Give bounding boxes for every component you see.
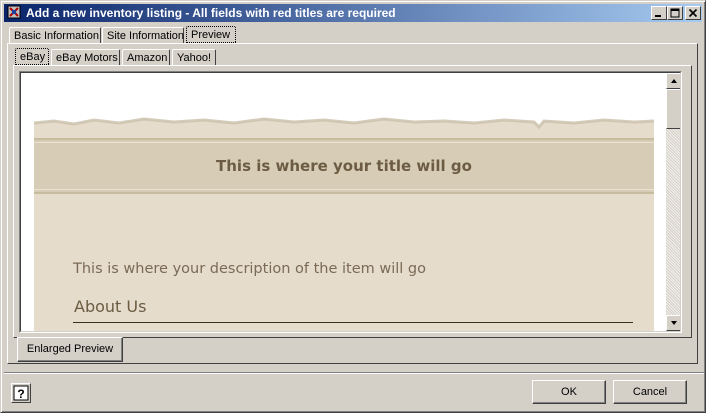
ok-button[interactable]: OK	[532, 380, 606, 404]
tab-amazon[interactable]: Amazon	[122, 49, 170, 66]
preview-viewport: This is where your title will go This is…	[19, 71, 682, 333]
dialog-window: Add a new inventory listing - All fields…	[0, 0, 706, 413]
app-icon	[7, 5, 21, 19]
tab-label: Site Information	[107, 30, 185, 42]
footer-divider	[4, 372, 704, 374]
listing-description-placeholder: This is where your description of the it…	[73, 261, 427, 277]
help-icon: ?	[13, 385, 29, 401]
scroll-up-button[interactable]	[666, 73, 680, 89]
maximize-icon	[670, 8, 680, 18]
listing-title-placeholder: This is where your title will go	[216, 157, 472, 175]
close-button[interactable]	[685, 6, 701, 20]
tab-label: Amazon	[127, 52, 168, 64]
window-title: Add a new inventory listing - All fields…	[26, 6, 396, 20]
arrow-up-icon	[671, 79, 677, 83]
about-divider	[73, 322, 633, 323]
tab-preview[interactable]: Preview	[186, 26, 236, 43]
tab-yahoo[interactable]: Yahoo!	[172, 49, 216, 66]
scroll-down-button[interactable]	[666, 315, 680, 331]
minimize-icon	[655, 15, 661, 17]
about-us-heading: About Us	[74, 297, 147, 316]
minimize-button[interactable]	[651, 6, 667, 20]
tab-basic-information[interactable]: Basic Information	[9, 27, 101, 44]
listing-preview[interactable]: This is where your title will go This is…	[21, 73, 666, 331]
arrow-down-icon	[671, 321, 677, 325]
tab-label: Basic Information	[14, 30, 99, 42]
tab-ebay[interactable]: eBay	[15, 48, 49, 65]
title-bar[interactable]: Add a new inventory listing - All fields…	[4, 4, 702, 22]
tab-label: Yahoo!	[177, 52, 212, 64]
help-glyph: ?	[17, 387, 24, 401]
tab-label: eBay Motors	[56, 52, 118, 64]
clipped-text-row	[73, 327, 633, 331]
scroll-thumb[interactable]	[666, 89, 680, 129]
maximize-button[interactable]	[667, 6, 683, 20]
tab-ebay-motors[interactable]: eBay Motors	[51, 49, 120, 66]
help-button[interactable]: ?	[11, 383, 31, 403]
tab-label: eBay	[20, 51, 46, 63]
vertical-scrollbar[interactable]	[666, 73, 680, 331]
tab-label: Preview	[191, 29, 231, 41]
close-icon	[688, 8, 698, 18]
cancel-button[interactable]: Cancel	[613, 380, 687, 404]
enlarged-preview-button[interactable]: Enlarged Preview	[17, 337, 123, 362]
title-band: This is where your title will go	[34, 138, 654, 194]
button-label: OK	[561, 386, 577, 398]
button-label: Enlarged Preview	[26, 343, 114, 355]
tab-site-information[interactable]: Site Information	[102, 27, 184, 44]
button-label: Cancel	[632, 386, 668, 398]
preview-frame: This is where your title will go This is…	[20, 72, 681, 332]
